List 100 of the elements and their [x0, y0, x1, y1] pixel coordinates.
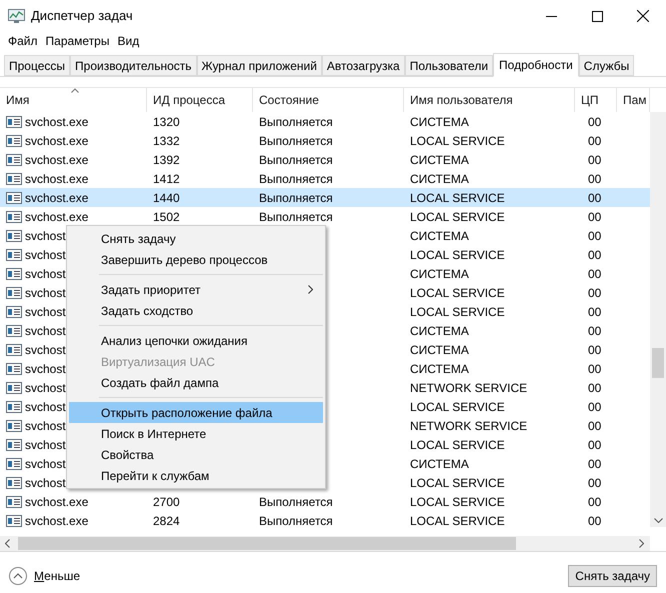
context-menu-item[interactable]: Задать сходство — [69, 300, 323, 321]
table-cell-text: 1502 — [153, 208, 180, 226]
scrollbar-thumb[interactable] — [18, 537, 516, 550]
table-cell-text: svchost.exe — [25, 190, 88, 206]
scroll-left-icon — [5, 539, 10, 548]
table-cell-text: svchost.exe — [25, 208, 88, 226]
program-window-icon — [6, 230, 22, 242]
table-cell-text: СИСТЕМА — [410, 456, 469, 472]
program-window-icon — [6, 134, 22, 146]
table-cell-text: LOCAL SERVICE — [410, 512, 505, 530]
context-menu-item[interactable]: Свойства — [69, 444, 323, 465]
menu-bar-item[interactable]: Файл — [4, 32, 42, 50]
table-cell-text: svchost.exe — [25, 114, 88, 130]
table-cell-text: svchost.exe — [25, 512, 88, 530]
menu-bar-item[interactable]: Параметры — [42, 32, 114, 50]
table-cell-text: 00 — [588, 114, 602, 130]
horizontal-scrollbar[interactable] — [0, 536, 650, 551]
table-cell-text: СИСТЕМА — [410, 266, 469, 282]
program-window-icon — [6, 172, 22, 184]
column-header[interactable]: Имя — [0, 88, 147, 112]
table-cell-text: 00 — [588, 152, 602, 168]
column-header[interactable]: ЦП — [575, 88, 617, 112]
table-cell-text: svchost — [25, 304, 66, 320]
table-cell-text: 00 — [588, 418, 602, 434]
selected-row-highlight[interactable]: svchost.exe 1440 Выполняется LOCAL SERVICE 00 — [0, 188, 650, 207]
context-menu-item[interactable]: Поиск в Интернете — [69, 423, 323, 444]
tab[interactable]: Службы — [578, 55, 634, 76]
tab[interactable]: Производительность — [70, 55, 196, 76]
column-header[interactable]: ИД процесса — [147, 88, 253, 112]
program-window-icon — [6, 268, 22, 280]
context-menu-item[interactable]: Снять задачу — [69, 228, 323, 249]
table-cell-text: Выполняется — [259, 494, 333, 510]
table-cell-text: 1332 — [153, 132, 180, 150]
table-cell-text: 1412 — [153, 170, 180, 188]
table-cell-text: 00 — [588, 456, 602, 472]
table-cell-text: LOCAL SERVICE — [410, 436, 505, 454]
table-cell-text: СИСТЕМА — [410, 322, 469, 340]
table-cell-text: 00 — [588, 380, 602, 396]
tab[interactable]: Пользователи — [404, 55, 494, 76]
context-menu-item[interactable]: Завершить дерево процессов — [69, 249, 323, 270]
tab[interactable]: Автозагрузка — [322, 55, 405, 76]
tab[interactable]: Подробности — [493, 53, 579, 77]
program-window-icon — [6, 400, 22, 412]
table-cell-text: Выполняется — [259, 208, 333, 226]
scrollbar-thumb[interactable] — [652, 348, 664, 378]
context-menu-item[interactable]: Анализ цепочки ожидания — [69, 330, 323, 351]
program-window-icon — [6, 362, 22, 374]
table-cell-text: svchost.exe — [25, 494, 88, 510]
menu-bar-item[interactable]: Вид — [113, 32, 144, 50]
tab[interactable]: Процессы — [4, 55, 70, 76]
tab[interactable]: Журнал приложений — [196, 55, 322, 76]
table-cell-text: СИСТЕМА — [410, 114, 469, 130]
table-cell-text: Выполняется — [259, 512, 333, 530]
column-header[interactable]: Пам — [617, 88, 650, 112]
table-cell-text: 00 — [588, 360, 602, 378]
program-window-icon — [6, 116, 22, 128]
table-cell-text: 2824 — [153, 512, 180, 530]
table-cell-text: svchost — [25, 228, 66, 244]
fewer-details-button[interactable]: Меньше — [9, 566, 80, 584]
table-cell-text: LOCAL SERVICE — [410, 284, 505, 302]
table-cell-text: LOCAL SERVICE — [410, 398, 505, 416]
column-header[interactable]: Имя пользователя — [404, 88, 575, 112]
table-cell-text: Выполняется — [259, 114, 333, 130]
table-cell-text: Выполняется — [259, 190, 333, 206]
table-cell-text: LOCAL SERVICE — [410, 132, 505, 150]
context-menu-item[interactable]: Создать файл дампа — [69, 372, 323, 393]
program-window-icon — [6, 248, 22, 260]
table-cell-text: svchost — [25, 322, 66, 340]
table-cell-text: 00 — [588, 494, 602, 510]
table-cell-text: svchost — [25, 436, 66, 454]
vertical-scrollbar[interactable] — [650, 112, 666, 527]
table-cell-text: СИСТЕМА — [410, 228, 469, 244]
table-cell-text: LOCAL SERVICE — [410, 304, 505, 320]
table-cell-text: СИСТЕМА — [410, 152, 469, 168]
table-cell-text: LOCAL SERVICE — [410, 246, 505, 264]
context-menu-item[interactable]: Перейти к службам — [69, 465, 323, 486]
table-cell-text: СИСТЕМА — [410, 342, 469, 358]
table-cell-text: СИСТЕМА — [410, 170, 469, 188]
table-cell-text: 00 — [588, 474, 602, 492]
monitor-chart-icon — [8, 8, 25, 24]
table-cell-text: 00 — [588, 436, 602, 454]
table-cell-text: Выполняется — [259, 170, 333, 188]
end-task-button[interactable]: Снять задачу — [568, 564, 657, 586]
table-cell-text: 00 — [588, 398, 602, 416]
table-cell-text: LOCAL SERVICE — [410, 190, 505, 206]
scroll-right-icon — [639, 539, 644, 548]
table-cell-text: 2700 — [153, 494, 180, 510]
column-header[interactable]: Состояние — [253, 88, 404, 112]
scroll-down-icon — [654, 518, 662, 523]
table-cell-text: 00 — [588, 246, 602, 264]
table-cell-text: LOCAL SERVICE — [410, 494, 505, 510]
table-cell-text: svchost — [25, 284, 66, 302]
maximize-icon — [592, 10, 602, 22]
table-cell-text: svchost — [25, 456, 66, 472]
context-menu-item[interactable]: Открыть расположение файла — [69, 402, 323, 423]
submenu-chevron-icon — [308, 285, 313, 294]
sort-caret-icon — [71, 88, 79, 93]
context-menu-item[interactable]: Задать приоритет — [69, 279, 323, 300]
table-cell-text: 00 — [588, 342, 602, 358]
program-window-icon — [6, 344, 22, 356]
